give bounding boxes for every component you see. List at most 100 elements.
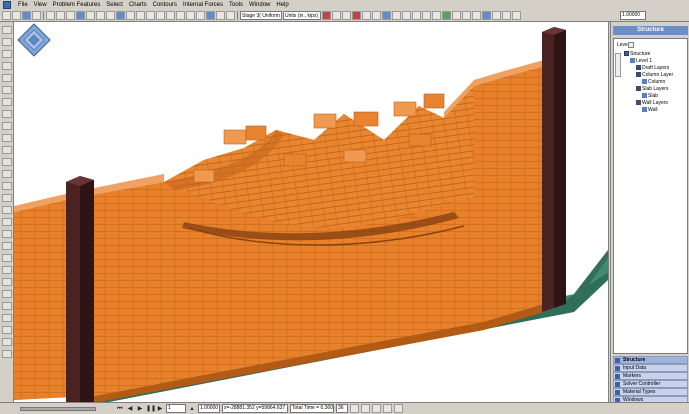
scale-field[interactable]: 1.00000: [620, 11, 646, 20]
left-tool-icon[interactable]: [2, 86, 12, 94]
element-icon[interactable]: [116, 11, 125, 20]
left-tool-icon[interactable]: [2, 290, 12, 298]
history-icon[interactable]: [452, 11, 461, 20]
scene-canvas[interactable]: [14, 22, 608, 402]
load-icon[interactable]: [136, 11, 145, 20]
speed-field[interactable]: 1.00000: [198, 404, 220, 413]
tree-node[interactable]: Wall Layers: [636, 100, 668, 106]
tree-node[interactable]: Draft Layers: [636, 65, 669, 71]
help-icon[interactable]: [512, 11, 521, 20]
left-tool-icon[interactable]: [2, 146, 12, 154]
cut-icon[interactable]: [46, 11, 55, 20]
structure-tree[interactable]: Levels Structure Level 1 Draft Layers Colum…: [613, 38, 688, 354]
view-cube[interactable]: [17, 23, 51, 57]
left-tool-icon[interactable]: [2, 110, 12, 118]
left-tool-icon[interactable]: [2, 350, 12, 358]
undo-icon[interactable]: [322, 11, 331, 20]
spin-icon[interactable]: ▴: [188, 405, 196, 413]
frame-field[interactable]: 1: [166, 404, 186, 413]
settings-icon[interactable]: [492, 11, 501, 20]
support-icon[interactable]: [146, 11, 155, 20]
stage-select[interactable]: Stage 3( Uniform P: [240, 11, 282, 20]
step-back-icon[interactable]: ◀: [126, 405, 134, 413]
contour-icon[interactable]: [402, 11, 411, 20]
tree-node[interactable]: Wall: [642, 107, 658, 113]
zoom-icon[interactable]: [206, 11, 215, 20]
refresh-icon[interactable]: [342, 11, 351, 20]
material-icon[interactable]: [156, 11, 165, 20]
left-tool-icon[interactable]: [2, 50, 12, 58]
vector-icon[interactable]: [412, 11, 421, 20]
left-tool-icon[interactable]: [2, 26, 12, 34]
status-icon-3[interactable]: [372, 404, 381, 413]
left-tool-icon[interactable]: [2, 194, 12, 202]
view-icon[interactable]: [176, 11, 185, 20]
left-tool-icon[interactable]: [2, 278, 12, 286]
menu-problem-features[interactable]: Problem Features: [50, 0, 104, 10]
redo-icon[interactable]: [332, 11, 341, 20]
menu-view[interactable]: View: [31, 0, 50, 10]
window-icon[interactable]: [502, 11, 511, 20]
status-icon-2[interactable]: [361, 404, 370, 413]
panel-list-item[interactable]: Structure: [613, 356, 688, 364]
grid-icon[interactable]: [86, 11, 95, 20]
levels-dropdown[interactable]: [628, 42, 634, 48]
status-icon-4[interactable]: [383, 404, 392, 413]
left-tool-icon[interactable]: [2, 254, 12, 262]
menu-select[interactable]: Select: [103, 0, 126, 10]
panel-list-item[interactable]: Markers: [613, 372, 688, 380]
left-tool-icon[interactable]: [2, 182, 12, 190]
menu-tools[interactable]: Tools: [226, 0, 246, 10]
tree-node[interactable]: Level 1: [630, 58, 652, 64]
display-icon[interactable]: [382, 11, 391, 20]
panel-list-item[interactable]: Solver Controller: [613, 380, 688, 388]
paste-icon[interactable]: [66, 11, 75, 20]
camera-icon[interactable]: [482, 11, 491, 20]
new-file-icon[interactable]: [2, 11, 11, 20]
section-icon[interactable]: [422, 11, 431, 20]
menu-contours[interactable]: Contours: [150, 0, 180, 10]
deformed-icon[interactable]: [392, 11, 401, 20]
tree-node[interactable]: Column Layer: [636, 72, 673, 78]
status-icon-5[interactable]: [394, 404, 403, 413]
node-icon[interactable]: [106, 11, 115, 20]
model-icon[interactable]: [76, 11, 85, 20]
time-slider[interactable]: [20, 406, 96, 411]
animate-icon[interactable]: [472, 11, 481, 20]
crack-icon[interactable]: [442, 11, 451, 20]
level-vertical-tab[interactable]: [615, 53, 621, 77]
left-tool-icon[interactable]: [2, 326, 12, 334]
mesh-icon[interactable]: [96, 11, 105, 20]
left-tool-icon[interactable]: [2, 266, 12, 274]
panel-list-item[interactable]: Material Types: [613, 388, 688, 396]
render-icon[interactable]: [186, 11, 195, 20]
tree-node[interactable]: Column: [642, 79, 665, 85]
menu-internal-forces[interactable]: Internal Forces: [180, 0, 226, 10]
step-forward-icon[interactable]: ▶: [156, 405, 164, 413]
left-tool-icon[interactable]: [2, 338, 12, 346]
copy-icon[interactable]: [56, 11, 65, 20]
right-column[interactable]: [542, 27, 566, 312]
layer-icon[interactable]: [126, 11, 135, 20]
left-tool-icon[interactable]: [2, 62, 12, 70]
print-icon[interactable]: [32, 11, 41, 20]
left-tool-icon[interactable]: [2, 314, 12, 322]
rotate-icon[interactable]: [226, 11, 235, 20]
tree-node[interactable]: Slab: [642, 93, 658, 99]
left-tool-icon[interactable]: [2, 74, 12, 82]
menu-charts[interactable]: Charts: [126, 0, 150, 10]
3d-viewport[interactable]: [14, 22, 608, 402]
stage-icon[interactable]: [166, 11, 175, 20]
pan-icon[interactable]: [216, 11, 225, 20]
left-tool-icon[interactable]: [2, 122, 12, 130]
chart-icon[interactable]: [432, 11, 441, 20]
left-tool-icon[interactable]: [2, 218, 12, 226]
lights-icon[interactable]: [196, 11, 205, 20]
menu-window[interactable]: Window: [246, 0, 273, 10]
left-tool-icon[interactable]: [2, 170, 12, 178]
left-tool-icon[interactable]: [2, 134, 12, 142]
save-icon[interactable]: [22, 11, 31, 20]
left-tool-icon[interactable]: [2, 158, 12, 166]
run-icon[interactable]: [362, 11, 371, 20]
left-tool-icon[interactable]: [2, 98, 12, 106]
